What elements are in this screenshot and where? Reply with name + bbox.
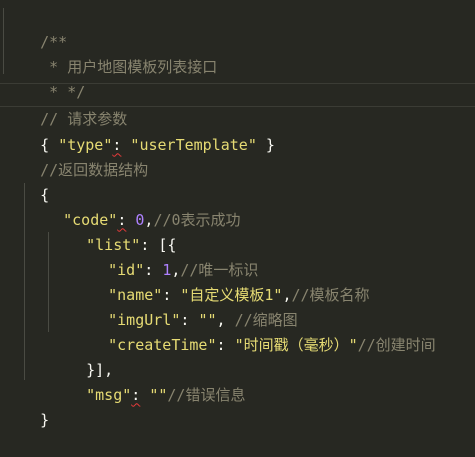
- comment: //错误信息: [167, 385, 246, 404]
- code-line-1: /**: [4, 5, 67, 51]
- code-editor[interactable]: /** * 用户地图模板列表接口 * */ // 请求参数 { "type": …: [0, 0, 475, 429]
- code-line-10: "id": 1,//唯一标识: [72, 233, 258, 279]
- code-line-8: "code": 0,//0表示成功: [27, 183, 240, 229]
- code-line-9: "list": [{: [50, 208, 176, 254]
- code-line-6: //返回数据结构: [4, 133, 148, 179]
- json-string: "时间戳（毫秒）": [234, 335, 358, 354]
- colon: :: [131, 385, 141, 404]
- indent-guide: [24, 183, 25, 380]
- code-line-2: * 用户地图模板列表接口: [4, 30, 217, 76]
- code-line-4: // 请求参数: [4, 82, 127, 128]
- json-key: "msg": [86, 385, 132, 404]
- code-line-15: "msg": ""//错误信息: [50, 358, 245, 404]
- indent-guide: [48, 232, 49, 332]
- comment: //返回数据结构: [40, 160, 149, 179]
- json-key: "createTime": [108, 335, 217, 354]
- comment: //模板名称: [291, 285, 370, 304]
- code-line-13: "createTime": "时间戳（毫秒）"//创建时间: [72, 308, 436, 354]
- code-line-3: * */: [4, 55, 85, 101]
- code-line-7: {: [4, 158, 49, 204]
- brace: }: [256, 135, 275, 154]
- code-line-11: "name": "自定义模板1",//模板名称: [72, 258, 369, 304]
- colon: :: [216, 335, 235, 354]
- code-line-5: { "type": "userTemplate" }: [4, 108, 275, 154]
- brace: }: [40, 410, 50, 429]
- code-line-12: "imgUrl": "", //缩略图: [72, 283, 298, 329]
- code-line-16: }: [4, 383, 49, 429]
- comment: //创建时间: [357, 335, 436, 354]
- code-line-14: }],: [50, 333, 113, 379]
- json-string: "": [140, 385, 168, 404]
